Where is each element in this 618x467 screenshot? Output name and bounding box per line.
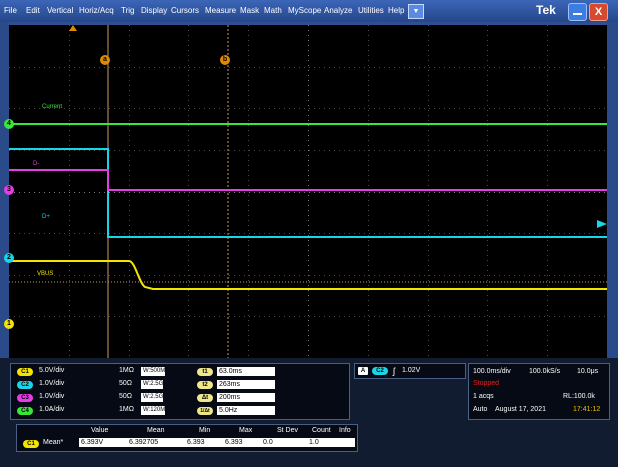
close-icon[interactable]: X	[589, 3, 608, 21]
meas-max: 6.393	[223, 438, 261, 447]
trigger-mode: Auto	[473, 406, 488, 413]
ch1-ground-marker[interactable]: 1	[4, 319, 14, 329]
trigger-mode-badge: A	[358, 367, 368, 375]
trace-ch2-dplus	[9, 148, 607, 238]
cursor-row-t2[interactable]: t2 263ms	[197, 380, 297, 390]
measurement-table[interactable]: Value Mean Min Max St Dev Count Info C1 …	[16, 424, 358, 452]
meas-value: 6.393V	[79, 438, 127, 447]
menu-math[interactable]: Math	[264, 6, 282, 15]
trigger-readout[interactable]: A C2 ʃ 1.02V	[354, 363, 466, 379]
ch2-badge: C2	[17, 381, 33, 389]
cursor-b-marker[interactable]: b	[220, 55, 230, 65]
channel-row-c4[interactable]: C4 1.0A/div 1MΩ W:120M	[17, 406, 197, 416]
waveform-graticule	[9, 25, 607, 358]
menu-myscope[interactable]: MyScope	[288, 6, 321, 15]
right-margin	[607, 22, 618, 362]
channel-row-c1[interactable]: C1 5.0V/div 1MΩ W:500M	[17, 367, 197, 377]
meas-source-badge: C1	[23, 440, 39, 448]
timebase: 100.0ms/div	[473, 368, 511, 375]
meas-mean: 6.392705	[127, 438, 185, 447]
trigger-level: 1.02V	[402, 367, 421, 374]
trace-label-vbus: VBUS	[37, 271, 54, 277]
ch2-bandwidth: W:2.5G	[141, 380, 164, 389]
trigger-source-badge: C2	[372, 367, 388, 375]
ch2-trigger-arrow-icon	[597, 220, 607, 228]
resolution: 10.0μs	[577, 368, 599, 375]
menu-help[interactable]: Help	[388, 6, 404, 15]
menu-display[interactable]: Display	[141, 6, 167, 15]
channel-settings-panel: C1 5.0V/div 1MΩ W:500M C2 1.0V/div 50Ω W…	[10, 363, 350, 420]
meas-header-info: Info	[339, 427, 351, 434]
trace-label-dminus: D-	[33, 161, 40, 167]
menu-vertical[interactable]: Vertical	[47, 6, 73, 15]
ch1-bandwidth: W:500M	[141, 367, 166, 376]
meas-header-stdev: St Dev	[277, 427, 299, 434]
trace-label-dplus: D+	[42, 214, 50, 220]
ch2-ground-marker[interactable]: 2	[4, 253, 14, 263]
menu-horiz-acq[interactable]: Horiz/Acq	[79, 6, 114, 15]
menu-bar: File Edit Vertical Horiz/Acq Trig Displa…	[0, 0, 618, 22]
minimize-icon[interactable]	[568, 3, 587, 21]
ch4-badge: C4	[17, 407, 33, 415]
chevron-down-icon[interactable]: ▼	[408, 4, 424, 19]
meas-header-mean: Mean	[147, 427, 165, 434]
meas-label: Mean*	[43, 439, 64, 446]
meas-info	[333, 438, 355, 447]
cursor-row-t1[interactable]: t1 63.0ms	[197, 367, 297, 377]
trigger-position-icon[interactable]	[69, 25, 77, 31]
ch1-badge: C1	[17, 368, 33, 376]
acq-time: 17:41:12	[573, 406, 601, 413]
acq-date: August 17, 2021	[495, 406, 546, 413]
acq-state: Stopped	[473, 380, 500, 387]
channel-row-c2[interactable]: C2 1.0V/div 50Ω W:2.5G	[17, 380, 197, 390]
record-length: RL:100.0k	[563, 393, 595, 400]
cursor-row-delta-t[interactable]: Δt 200ms	[197, 393, 297, 403]
meas-header-min: Min	[199, 427, 211, 434]
trace-label-current: Current	[42, 104, 63, 110]
channel-row-c3[interactable]: C3 1.0V/div 50Ω W:2.5G	[17, 393, 197, 403]
menu-utilities[interactable]: Utilities	[358, 6, 384, 15]
meas-header-max: Max	[239, 427, 253, 434]
cursor-row-inverse-delta-t[interactable]: 1/Δt 5.0Hz	[197, 406, 297, 416]
acquisition-panel[interactable]: 100.0ms/div 100.0kS/s 10.0μs Stopped 1 a…	[468, 363, 610, 420]
rising-edge-icon: ʃ	[393, 366, 395, 376]
menu-analyze[interactable]: Analyze	[324, 6, 352, 15]
grid	[9, 25, 607, 358]
tek-logo: Tek	[536, 3, 556, 17]
meas-min: 6.393	[185, 438, 223, 447]
meas-header-count: Count	[312, 427, 331, 434]
menu-file[interactable]: File	[4, 6, 17, 15]
ch4-ground-marker[interactable]: 4	[4, 119, 14, 129]
ch3-ground-marker[interactable]: 3	[4, 185, 14, 195]
acq-count: 1 acqs	[473, 393, 494, 400]
menu-mask[interactable]: Mask	[240, 6, 259, 15]
sample-rate: 100.0kS/s	[529, 368, 561, 375]
waveform-display[interactable]: a b Current D- D+ VBUS	[9, 25, 607, 358]
ch3-badge: C3	[17, 394, 33, 402]
meas-header-value: Value	[91, 427, 109, 434]
ch3-bandwidth: W:2.5G	[141, 393, 164, 402]
menu-edit[interactable]: Edit	[26, 6, 40, 15]
meas-count: 1.0	[307, 438, 333, 447]
menu-measure[interactable]: Measure	[205, 6, 236, 15]
menu-cursors[interactable]: Cursors	[171, 6, 199, 15]
ch4-bandwidth: W:120M	[141, 406, 166, 415]
meas-stdev: 0.0	[261, 438, 307, 447]
cursor-a-marker[interactable]: a	[100, 55, 110, 65]
status-panel: C1 5.0V/div 1MΩ W:500M C2 1.0V/div 50Ω W…	[0, 358, 618, 467]
menu-trig[interactable]: Trig	[121, 6, 134, 15]
